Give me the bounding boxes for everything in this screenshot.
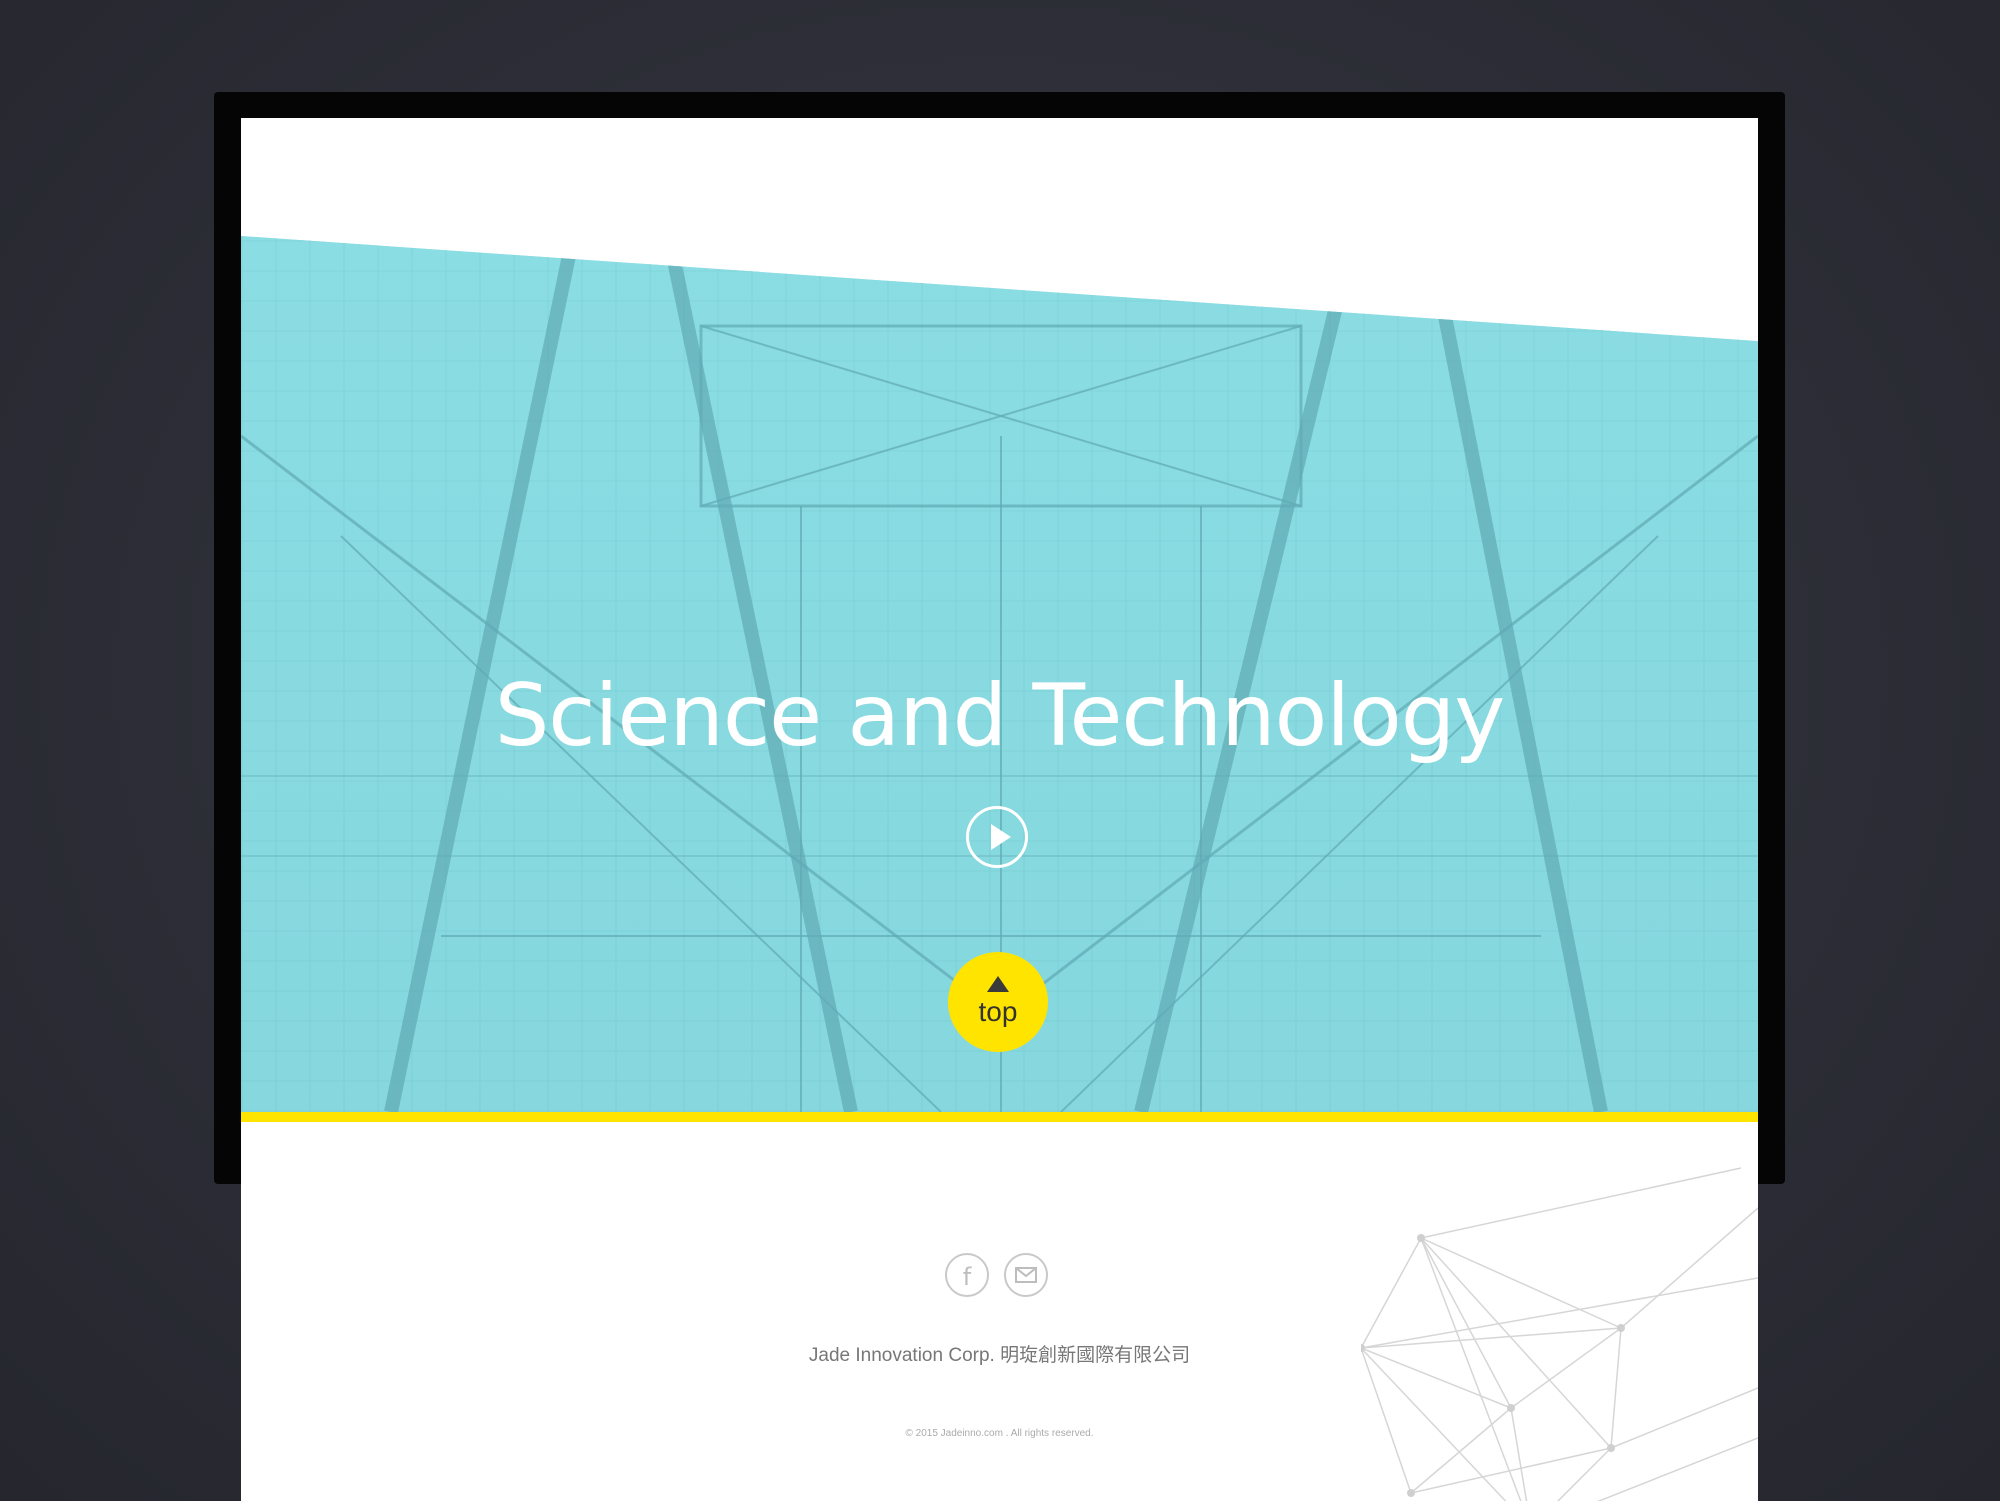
section-divider — [241, 1112, 1758, 1122]
network-decoration — [1361, 1167, 1758, 1501]
copyright-text: © 2015 Jadeinno.com . All rights reserve… — [905, 1428, 1094, 1439]
mail-icon — [1015, 1267, 1037, 1283]
facebook-glyph: f — [963, 1263, 972, 1291]
arrow-up-icon — [987, 976, 1009, 992]
mail-button[interactable] — [1004, 1253, 1048, 1297]
hero-title: Science and Technology — [494, 666, 1506, 766]
company-name: Jade Innovation Corp. 明琁創新國際有限公司 — [808, 1345, 1191, 1366]
back-to-top-button[interactable]: top — [948, 952, 1048, 1052]
web-page: Science and Technology top f Jade Innova… — [241, 118, 1758, 1501]
top-button-label: top — [978, 996, 1018, 1027]
facebook-button[interactable]: f — [945, 1253, 989, 1297]
play-icon — [991, 824, 1011, 850]
play-video-button[interactable] — [966, 806, 1028, 868]
facebook-icon: f — [963, 1263, 972, 1291]
